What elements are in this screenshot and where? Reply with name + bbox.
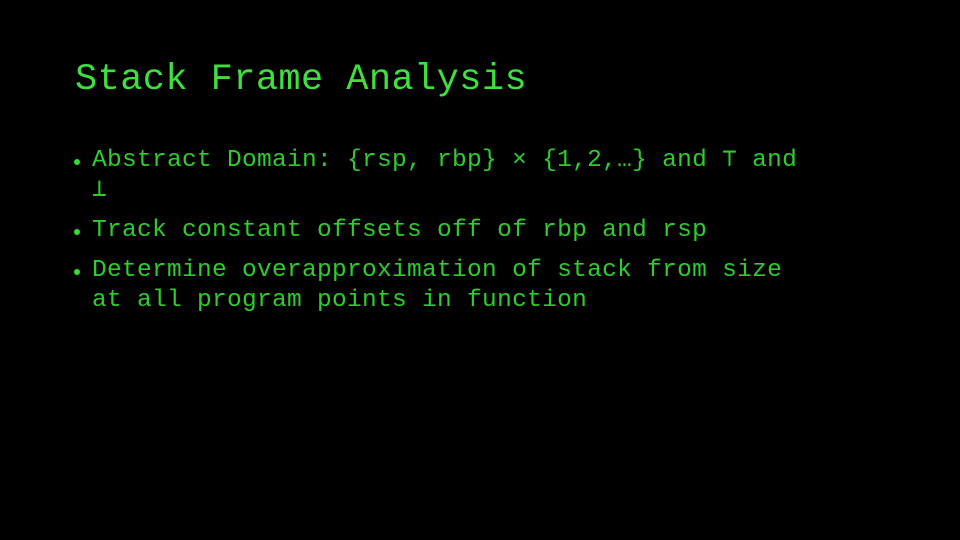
bullet-dot-icon <box>74 229 80 235</box>
bullet-list: Abstract Domain: {rsp, rbp} × {1,2,…} an… <box>74 146 904 326</box>
bullet-item-track-offsets: Track constant offsets off of rbp and rs… <box>74 216 904 246</box>
bullet-item-overapproximation: Determine overapproximation of stack fro… <box>74 256 904 316</box>
bullet-item-abstract-domain: Abstract Domain: {rsp, rbp} × {1,2,…} an… <box>74 146 904 206</box>
bullet-text-line: Track constant offsets off of rbp and rs… <box>92 217 708 244</box>
bullet-text-line: at all program points in function <box>92 287 588 314</box>
bullet-dot-icon <box>74 159 80 165</box>
slide-title: Stack Frame Analysis <box>75 59 528 101</box>
bullet-text-line: Determine overapproximation of stack fro… <box>92 257 783 284</box>
bullet-text-line: Abstract Domain: {rsp, rbp} × {1,2,…} an… <box>92 147 798 174</box>
bullet-text-line: ⊥ <box>92 177 108 204</box>
bullet-dot-icon <box>74 269 80 275</box>
